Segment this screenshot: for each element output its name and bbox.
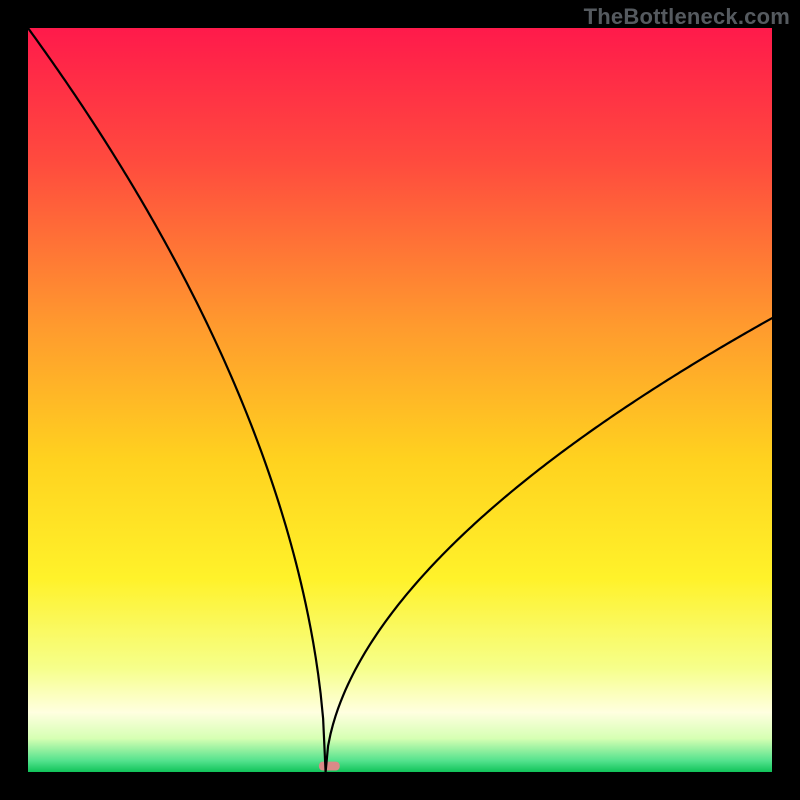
minimum-marker [319, 762, 340, 771]
chart-background [28, 28, 772, 772]
chart-svg [28, 28, 772, 772]
chart-frame: TheBottleneck.com [0, 0, 800, 800]
chart-plot-area [28, 28, 772, 772]
watermark-label: TheBottleneck.com [584, 4, 790, 30]
